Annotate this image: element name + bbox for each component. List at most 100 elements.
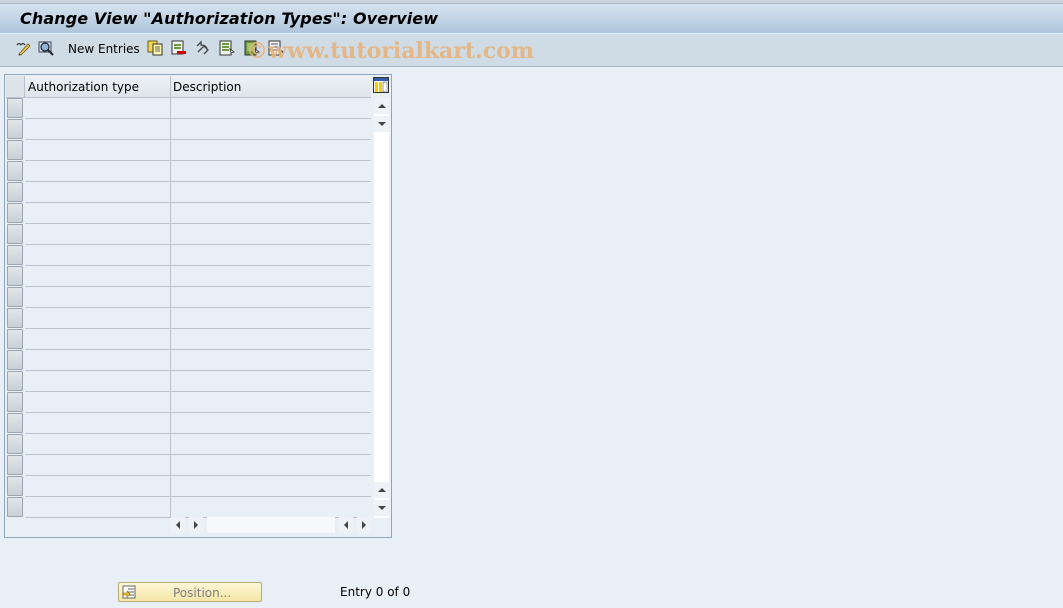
row-selector[interactable] <box>7 329 23 349</box>
scroll-right-button[interactable] <box>189 517 203 533</box>
cell-description[interactable] <box>171 455 371 476</box>
cell-authorization-type[interactable] <box>25 287 171 308</box>
row-selector[interactable] <box>7 203 23 223</box>
row-selector[interactable] <box>7 455 23 475</box>
column-header-description[interactable]: Description <box>173 80 241 94</box>
undo-change-button[interactable] <box>195 40 211 58</box>
cell-authorization-type[interactable] <box>25 308 171 329</box>
scroll-page-up-button[interactable] <box>374 482 389 498</box>
arrow-right-icon <box>362 521 366 529</box>
cell-authorization-type[interactable] <box>25 98 171 119</box>
cell-description[interactable] <box>171 329 371 350</box>
row-selector[interactable] <box>7 476 23 496</box>
cell-authorization-type[interactable] <box>25 350 171 371</box>
new-entries-button[interactable]: New Entries <box>68 42 140 56</box>
vertical-scrollbar[interactable] <box>374 98 389 518</box>
cell-description[interactable] <box>171 182 371 203</box>
row-selector[interactable] <box>7 98 23 118</box>
cell-authorization-type[interactable] <box>25 266 171 287</box>
entry-status: Entry 0 of 0 <box>340 585 411 599</box>
table-row <box>6 371 371 392</box>
find-button[interactable] <box>38 40 54 58</box>
row-selector[interactable] <box>7 245 23 265</box>
row-selector[interactable] <box>7 497 23 517</box>
row-selector[interactable] <box>7 161 23 181</box>
table-row <box>6 497 371 518</box>
cell-authorization-type[interactable] <box>25 245 171 266</box>
position-button[interactable]: Position... <box>118 582 262 602</box>
select-block-icon <box>244 40 260 56</box>
cell-description[interactable] <box>171 371 371 392</box>
column-divider[interactable] <box>170 76 171 97</box>
cell-description[interactable] <box>171 413 371 434</box>
row-selector[interactable] <box>7 413 23 433</box>
cell-authorization-type[interactable] <box>25 329 171 350</box>
deselect-all-button[interactable] <box>268 40 284 58</box>
table-row <box>6 434 371 455</box>
row-selector[interactable] <box>7 308 23 328</box>
deselect-all-icon <box>268 40 284 56</box>
scroll-left-button[interactable] <box>171 517 185 533</box>
cell-description[interactable] <box>171 161 371 182</box>
cell-authorization-type[interactable] <box>25 434 171 455</box>
cell-description[interactable] <box>171 224 371 245</box>
cell-description[interactable] <box>171 308 371 329</box>
cell-description[interactable] <box>171 476 371 497</box>
table-row <box>6 413 371 434</box>
scroll-column-left-button[interactable] <box>339 517 353 533</box>
cell-description[interactable] <box>171 497 371 518</box>
table-row <box>6 476 371 497</box>
row-selector[interactable] <box>7 287 23 307</box>
cell-description[interactable] <box>171 245 371 266</box>
scroll-up-button[interactable] <box>374 98 389 114</box>
cell-authorization-type[interactable] <box>25 413 171 434</box>
select-block-button[interactable] <box>244 40 260 58</box>
cell-description[interactable] <box>171 350 371 371</box>
cell-authorization-type[interactable] <box>25 476 171 497</box>
horizontal-scrollbar[interactable] <box>171 517 371 533</box>
table-row <box>6 98 371 119</box>
cell-authorization-type[interactable] <box>25 203 171 224</box>
delete-button[interactable] <box>171 40 187 58</box>
horizontal-scroll-track[interactable] <box>207 517 335 533</box>
row-selector[interactable] <box>7 434 23 454</box>
display-change-button[interactable] <box>15 40 31 58</box>
cell-authorization-type[interactable] <box>25 119 171 140</box>
cell-description[interactable] <box>171 434 371 455</box>
cell-description[interactable] <box>171 392 371 413</box>
row-selector[interactable] <box>7 119 23 139</box>
page-title: Change View "Authorization Types": Overv… <box>20 9 439 28</box>
copy-as-button[interactable] <box>147 40 163 58</box>
scroll-page-down-button[interactable] <box>374 500 389 516</box>
cell-authorization-type[interactable] <box>25 371 171 392</box>
cell-authorization-type[interactable] <box>25 392 171 413</box>
column-settings-icon[interactable] <box>373 77 389 93</box>
row-selector[interactable] <box>7 182 23 202</box>
select-all-rows-button[interactable] <box>6 76 25 97</box>
row-selector[interactable] <box>7 266 23 286</box>
cell-authorization-type[interactable] <box>25 497 171 518</box>
cell-description[interactable] <box>171 140 371 161</box>
cell-description[interactable] <box>171 266 371 287</box>
arrow-up-icon <box>377 488 386 492</box>
delete-icon <box>171 40 186 55</box>
table-row <box>6 287 371 308</box>
row-selector[interactable] <box>7 392 23 412</box>
scroll-down-button[interactable] <box>374 116 389 132</box>
cell-authorization-type[interactable] <box>25 455 171 476</box>
cell-authorization-type[interactable] <box>25 140 171 161</box>
cell-description[interactable] <box>171 203 371 224</box>
cell-description[interactable] <box>171 119 371 140</box>
cell-authorization-type[interactable] <box>25 182 171 203</box>
cell-description[interactable] <box>171 287 371 308</box>
row-selector[interactable] <box>7 224 23 244</box>
row-selector[interactable] <box>7 350 23 370</box>
column-header-authorization-type[interactable]: Authorization type <box>28 80 139 94</box>
cell-authorization-type[interactable] <box>25 161 171 182</box>
cell-description[interactable] <box>171 98 371 119</box>
row-selector[interactable] <box>7 140 23 160</box>
select-all-button[interactable] <box>219 40 235 58</box>
cell-authorization-type[interactable] <box>25 224 171 245</box>
row-selector[interactable] <box>7 371 23 391</box>
scroll-column-right-button[interactable] <box>357 517 371 533</box>
